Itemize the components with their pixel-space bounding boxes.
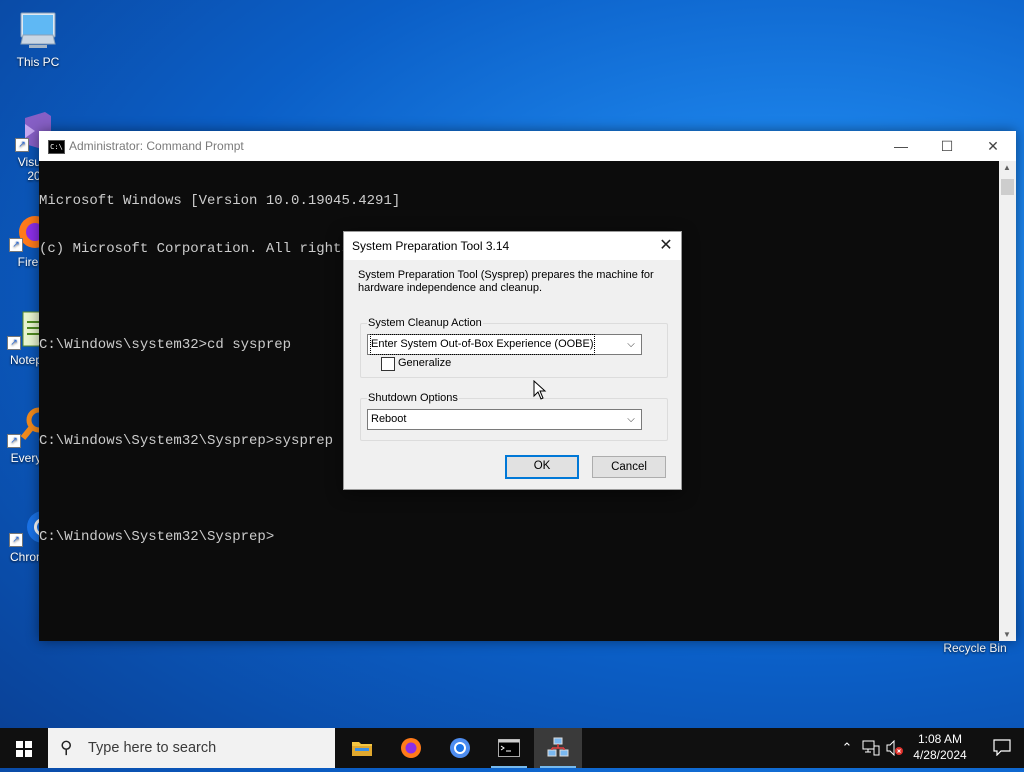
chevron-down-icon: ⌵ <box>627 339 635 350</box>
cleanup-action-value: Enter System Out-of-Box Experience (OOBE… <box>370 334 595 355</box>
shortcut-arrow-icon: ↗ <box>15 138 29 152</box>
dialog-title: System Preparation Tool 3.14 <box>352 239 510 253</box>
maximize-button[interactable]: ☐ <box>924 131 970 161</box>
minimize-icon: — <box>894 138 908 154</box>
console-line: Microsoft Windows [Version 10.0.19045.42… <box>39 193 401 209</box>
taskbar-clock[interactable]: 1:08 AM 4/28/2024 <box>905 731 975 763</box>
network-tray-button[interactable] <box>860 728 882 768</box>
volume-muted-icon <box>886 739 903 757</box>
taskbar-file-explorer[interactable] <box>338 728 386 768</box>
scroll-up-icon[interactable]: ▲ <box>1003 163 1011 172</box>
clock-time: 1:08 AM <box>917 732 963 746</box>
desktop-icon-this-pc[interactable]: This PC <box>0 10 76 69</box>
dialog-close-button[interactable]: ✕ <box>651 232 681 260</box>
shortcut-arrow-icon: ↗ <box>7 336 21 350</box>
taskbar-sysprep[interactable] <box>534 728 582 768</box>
taskbar: ⚲ Type here to search ⌃ 1:08 AM 4/28/202… <box>0 728 1024 768</box>
desktop-icon-recycle-bin[interactable]: Recycle Bin <box>940 641 1010 655</box>
windows-logo-icon <box>16 741 32 757</box>
cmd-window-title: Administrator: Command Prompt <box>69 139 244 153</box>
shutdown-options-group: Shutdown Options Reboot ⌵ <box>360 392 668 441</box>
generalize-checkbox[interactable] <box>381 357 395 371</box>
chevron-up-icon: ⌃ <box>841 740 853 755</box>
network-computers-icon <box>547 737 569 757</box>
cleanup-action-group: System Cleanup Action Enter System Out-o… <box>360 317 668 378</box>
desktop-icon-label: Notep <box>9 353 43 367</box>
console-scrollbar[interactable]: ▲ ▼ <box>999 161 1016 641</box>
clock-date: 4/28/2024 <box>913 748 967 762</box>
action-center-button[interactable] <box>980 728 1024 768</box>
shutdown-options-select[interactable]: Reboot ⌵ <box>367 409 642 430</box>
desktop-icon-label: Recycle Bin <box>943 641 1007 655</box>
cmd-titlebar[interactable]: C:\ Administrator: Command Prompt — ☐ ✕ <box>39 131 1016 161</box>
cancel-button[interactable]: Cancel <box>592 456 666 478</box>
close-icon: ✕ <box>659 237 673 254</box>
chevron-down-icon: ⌵ <box>627 414 635 425</box>
desktop-icon-label: Every <box>10 451 42 465</box>
shortcut-arrow-icon: ↗ <box>7 434 21 448</box>
dialog-description: System Preparation Tool (Sysprep) prepar… <box>358 269 654 294</box>
taskbar-firefox[interactable] <box>387 728 435 768</box>
dialog-titlebar[interactable]: System Preparation Tool 3.14 ✕ <box>344 232 681 260</box>
network-icon <box>862 740 880 756</box>
close-icon: ✕ <box>987 138 999 154</box>
sysprep-dialog[interactable]: System Preparation Tool 3.14 ✕ System Pr… <box>343 231 682 490</box>
start-button[interactable] <box>0 728 48 768</box>
command-prompt-icon <box>498 739 520 757</box>
cleanup-action-select[interactable]: Enter System Out-of-Box Experience (OOBE… <box>367 334 642 355</box>
close-button[interactable]: ✕ <box>970 131 1016 161</box>
taskbar-command-prompt[interactable] <box>485 728 533 768</box>
firefox-icon <box>401 738 421 758</box>
minimize-button[interactable]: — <box>878 131 924 161</box>
folder-icon <box>352 742 372 756</box>
mouse-cursor-icon <box>533 380 547 400</box>
shutdown-options-label: Shutdown Options <box>367 392 459 404</box>
search-placeholder: Type here to search <box>88 740 217 756</box>
shortcut-arrow-icon: ↗ <box>9 533 23 547</box>
shortcut-arrow-icon: ↗ <box>9 238 23 252</box>
show-hidden-icons-button[interactable]: ⌃ <box>838 728 856 768</box>
ok-button[interactable]: OK <box>505 455 579 479</box>
desktop-icon-label: Fire <box>17 255 39 269</box>
taskbar-search-box[interactable]: ⚲ Type here to search <box>48 728 335 768</box>
desktop-icon-label: This PC <box>16 55 60 69</box>
cmd-app-icon: C:\ <box>48 140 65 154</box>
notification-icon <box>993 739 1011 757</box>
shutdown-options-value: Reboot <box>371 413 407 425</box>
this-pc-icon <box>15 10 61 52</box>
search-icon: ⚲ <box>60 738 73 757</box>
scroll-down-icon[interactable]: ▼ <box>1003 630 1011 639</box>
chrome-icon <box>450 738 470 758</box>
cleanup-action-label: System Cleanup Action <box>367 317 483 329</box>
generalize-label[interactable]: Generalize <box>398 357 451 369</box>
taskbar-chrome[interactable] <box>436 728 484 768</box>
console-prompt-line: C:\Windows\System32\Sysprep> <box>39 529 275 545</box>
maximize-icon: ☐ <box>940 138 954 154</box>
volume-tray-button[interactable] <box>884 728 906 768</box>
scrollbar-thumb[interactable] <box>1001 179 1014 195</box>
